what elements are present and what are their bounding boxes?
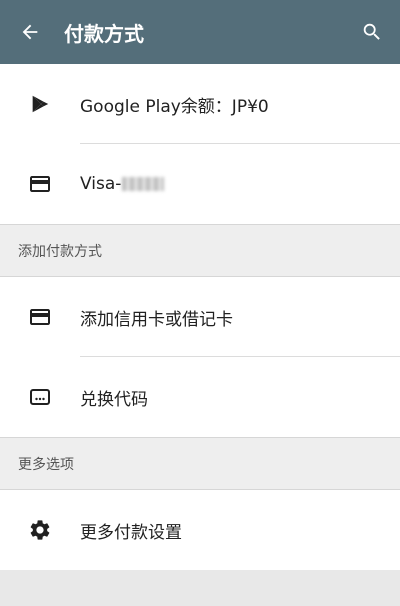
- redeem-code-item[interactable]: 兑换代码: [0, 357, 400, 437]
- page-title: 付款方式: [64, 21, 144, 46]
- more-payment-settings-label: 更多付款设置: [80, 522, 182, 543]
- more-payment-settings-item[interactable]: 更多付款设置: [0, 490, 400, 570]
- section-header-more-options: 更多选项: [0, 437, 400, 490]
- payment-method-google-play[interactable]: Google Play余额：JP¥0: [0, 64, 400, 144]
- redeem-code-label: 兑换代码: [80, 389, 148, 410]
- section-header-add-payment: 添加付款方式: [0, 224, 400, 277]
- app-bar: 付款方式: [0, 0, 400, 64]
- credit-card-icon: [0, 277, 80, 357]
- credit-card-icon: [0, 144, 80, 224]
- search-button[interactable]: [344, 0, 400, 64]
- masked-card-number: [122, 177, 165, 191]
- gear-icon: [0, 490, 80, 570]
- back-button[interactable]: [0, 0, 60, 64]
- add-credit-card-item[interactable]: 添加信用卡或借记卡: [0, 277, 400, 357]
- payment-method-label: Google Play余额：JP¥0: [80, 96, 269, 117]
- arrow-back-icon: [22, 24, 38, 40]
- search-icon: [363, 23, 380, 40]
- add-credit-card-label: 添加信用卡或借记卡: [80, 309, 233, 330]
- payment-method-visa[interactable]: Visa-: [0, 144, 400, 224]
- payment-method-label: Visa-: [80, 174, 165, 194]
- redeem-code-icon: [0, 357, 80, 437]
- more-options-list: 更多付款设置: [0, 490, 400, 570]
- google-play-icon: [0, 64, 80, 144]
- add-payment-list: 添加信用卡或借记卡 兑换代码: [0, 277, 400, 437]
- payment-methods-list: Google Play余额：JP¥0 Visa-: [0, 64, 400, 224]
